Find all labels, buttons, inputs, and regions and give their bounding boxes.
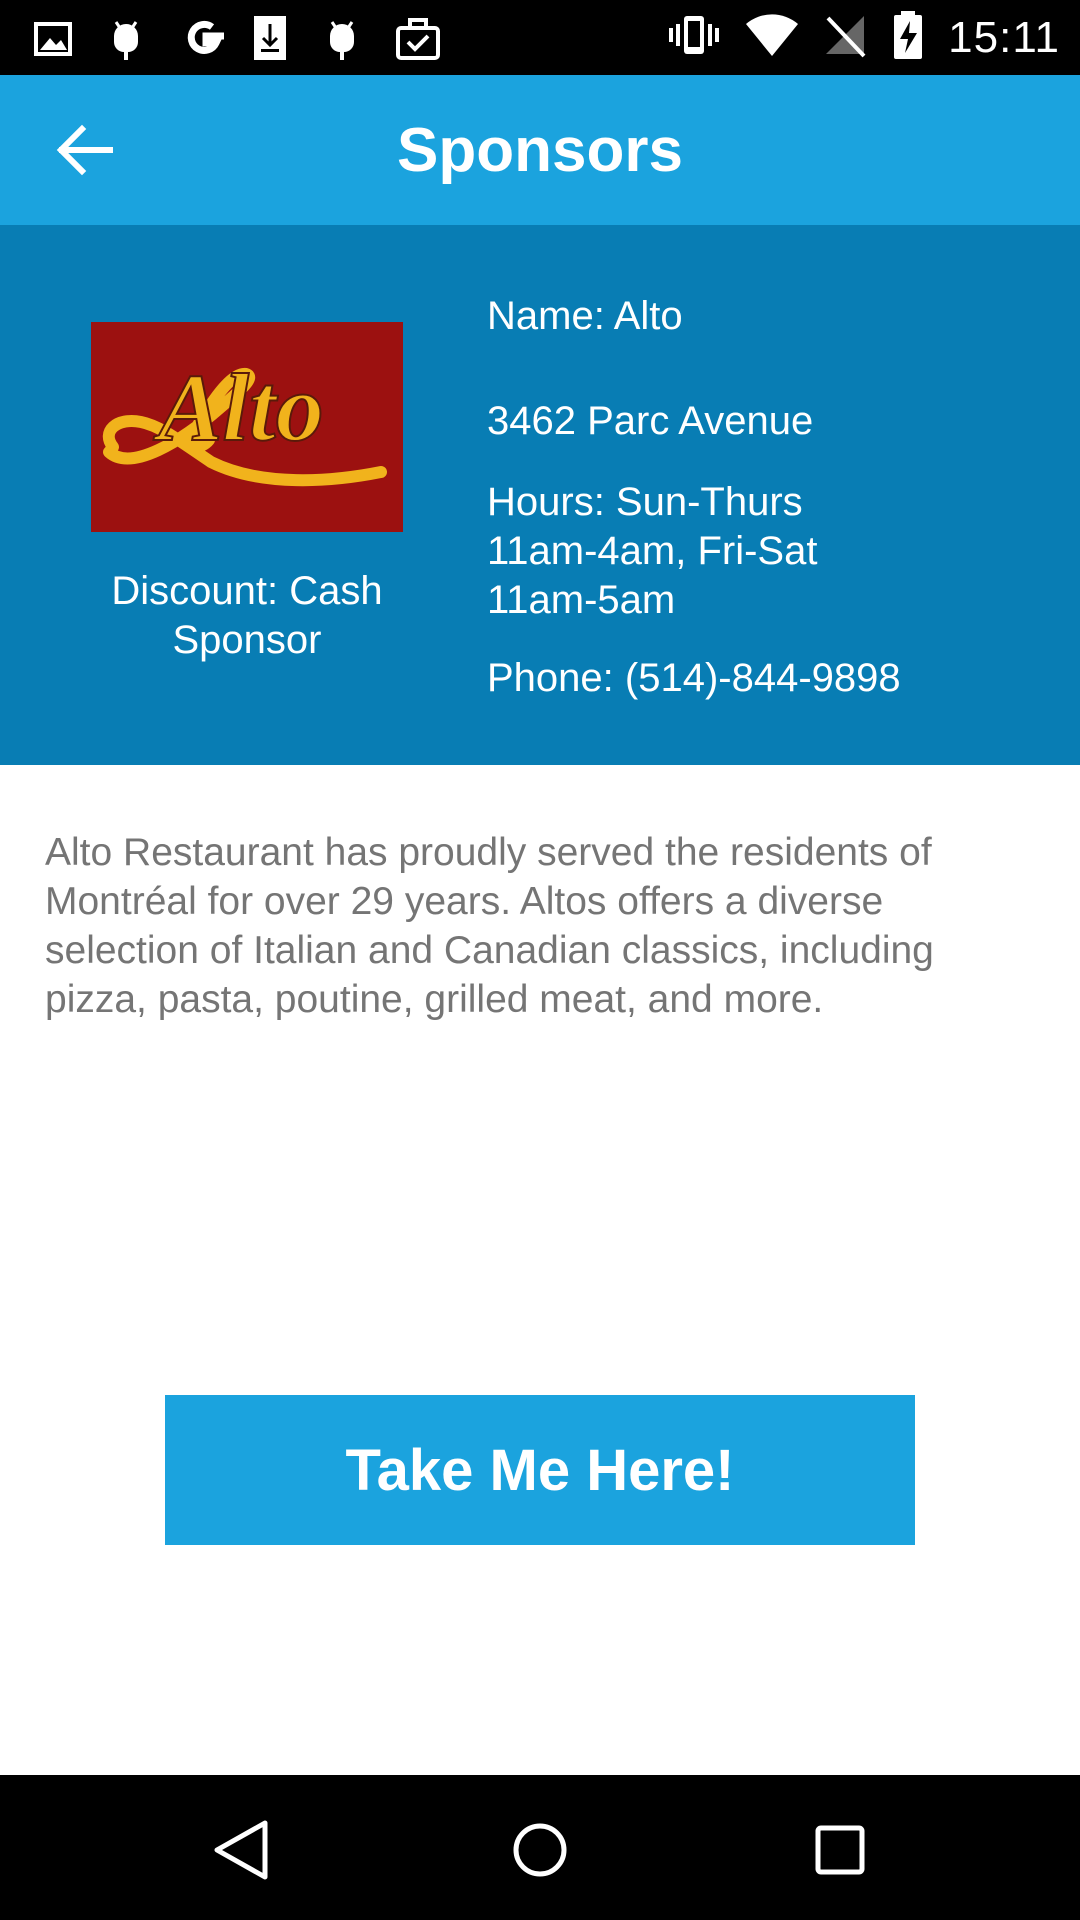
status-bar: 15:11 — [0, 0, 1080, 75]
nav-back-button[interactable] — [205, 1815, 275, 1885]
download-icon — [250, 12, 322, 64]
app-bar: Sponsors — [0, 75, 1080, 225]
recents-square-icon — [815, 1825, 865, 1875]
android-icon — [322, 12, 394, 64]
svg-text:Alto: Alto — [153, 354, 323, 461]
nav-recents-button[interactable] — [805, 1815, 875, 1885]
sponsor-description: Alto Restaurant has proudly served the r… — [45, 831, 934, 1021]
notification-icons — [34, 12, 466, 64]
page-title: Sponsors — [397, 116, 683, 185]
take-me-here-button[interactable]: Take Me Here! — [165, 1395, 915, 1545]
sponsor-logo: Alto — [91, 322, 403, 532]
briefcase-check-icon — [394, 12, 466, 64]
sponsor-phone[interactable]: Phone: (514)-844-9898 — [487, 654, 901, 703]
system-icons: 15:11 — [666, 0, 1060, 75]
wifi-icon — [744, 12, 800, 63]
sponsor-hours: Hours: Sun-Thurs 11am-4am, Fri-Sat 11am-… — [487, 480, 818, 622]
sponsor-discount: Discount: Cash Sponsor — [111, 569, 383, 662]
battery-charging-icon — [890, 9, 926, 66]
google-icon — [178, 12, 250, 64]
back-triangle-icon — [214, 1820, 268, 1880]
sponsor-name: Name: Alto — [487, 294, 683, 338]
sponsor-address[interactable]: 3462 Parc Avenue — [487, 397, 813, 446]
nav-home-button[interactable] — [505, 1815, 575, 1885]
android-icon — [106, 12, 178, 64]
no-signal-icon — [822, 12, 868, 63]
navigation-bar — [0, 1775, 1080, 1920]
sponsor-info-panel: Alto Discount: Cash Sponsor Name: Alto 3… — [0, 225, 1080, 765]
gallery-icon — [34, 12, 106, 64]
vibrate-icon — [666, 12, 722, 63]
home-circle-icon — [513, 1823, 567, 1877]
clock-time: 15:11 — [948, 12, 1060, 62]
